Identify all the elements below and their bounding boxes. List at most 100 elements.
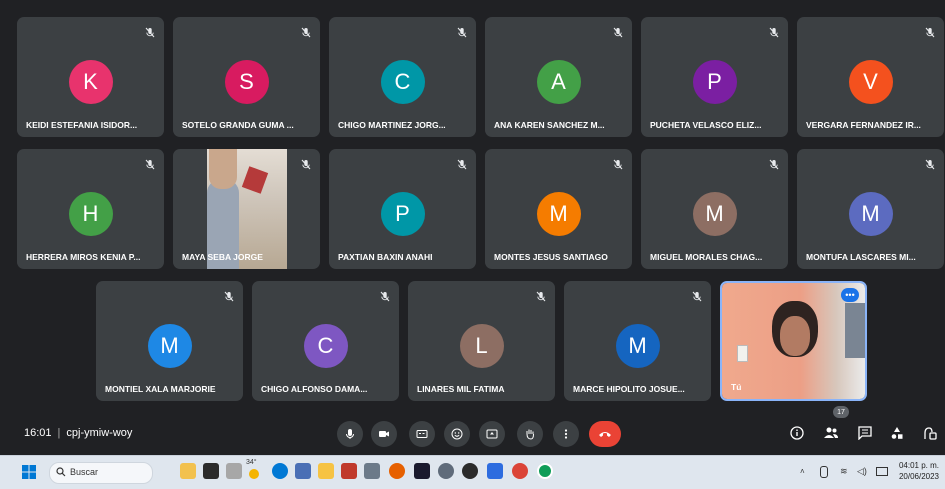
side-overlay-panel	[845, 303, 865, 358]
participant-tile[interactable]: V VERGARA FERNANDEZ IR...	[797, 17, 944, 137]
muted-mic-icon	[145, 27, 155, 38]
settings-icon[interactable]	[438, 463, 454, 479]
chevron-up-icon[interactable]: ˄	[800, 467, 805, 476]
activities-icon	[891, 427, 903, 439]
app-3-icon[interactable]	[487, 463, 503, 479]
participant-tile[interactable]: C CHIGO ALFONSO DAMA...	[252, 281, 399, 401]
muted-mic-icon	[457, 27, 467, 38]
app-icon[interactable]	[341, 463, 357, 479]
participant-tile[interactable]: P PAXTIAN BAXIN ANAHI	[329, 149, 476, 269]
participant-tile[interactable]: A ANA KAREN SANCHEZ M...	[485, 17, 632, 137]
mic-button[interactable]	[337, 421, 363, 447]
mail-icon[interactable]	[364, 463, 380, 479]
clock-date: 20/06/2023	[898, 472, 939, 481]
people-icon	[824, 427, 838, 438]
muted-indicator	[457, 26, 467, 38]
participant-name: MIGUEL MORALES CHAG...	[650, 252, 763, 262]
weather-icon[interactable]	[249, 469, 259, 479]
captions-icon	[416, 430, 428, 438]
present-button[interactable]	[479, 421, 505, 447]
participant-name: Tú	[731, 382, 742, 392]
battery-icon[interactable]	[876, 467, 888, 476]
clock-time: 04:01 p. m.	[898, 461, 939, 470]
emoji-icon	[451, 428, 463, 440]
muted-mic-icon	[380, 291, 390, 302]
system-clock[interactable]: 04:01 p. m. 20/06/2023	[899, 460, 939, 482]
raise-hand-icon	[526, 429, 534, 440]
muted-indicator	[613, 26, 623, 38]
participant-tile[interactable]: M MONTUFA LASCARES MI...	[797, 149, 944, 269]
taskbar-search[interactable]: Buscar	[49, 462, 153, 484]
host-controls-icon	[924, 427, 937, 440]
participant-tile[interactable]: C CHIGO MARTINEZ JORG...	[329, 17, 476, 137]
muted-mic-icon	[145, 159, 155, 170]
participant-avatar: M	[692, 192, 737, 236]
participant-tile[interactable]: L LINARES MIL FATIMA	[408, 281, 555, 401]
participant-name: CHIGO MARTINEZ JORG...	[338, 120, 446, 130]
muted-indicator	[692, 290, 702, 302]
muted-indicator	[145, 26, 155, 38]
mic-tray-icon[interactable]	[820, 466, 828, 478]
edge-icon[interactable]	[272, 463, 288, 479]
desktop-icon[interactable]	[226, 463, 242, 479]
people-button[interactable]	[821, 423, 841, 443]
store-icon[interactable]	[295, 463, 311, 479]
participant-tile[interactable]: M MIGUEL MORALES CHAG...	[641, 149, 788, 269]
muted-indicator	[457, 158, 467, 170]
tile-options-icon[interactable]: •••	[841, 288, 859, 302]
chrome-active-icon[interactable]	[537, 463, 553, 479]
participant-avatar: M	[147, 324, 192, 368]
people-count-badge: 17	[833, 406, 849, 418]
participant-avatar: M	[848, 192, 893, 236]
firefox-icon[interactable]	[389, 463, 405, 479]
participant-name: PAXTIAN BAXIN ANAHI	[338, 252, 433, 262]
raise-hand-button[interactable]	[517, 421, 543, 447]
dropbox-icon[interactable]	[414, 463, 430, 479]
present-icon	[486, 429, 498, 439]
captions-button[interactable]	[409, 421, 435, 447]
muted-mic-icon	[769, 159, 779, 170]
chrome-icon[interactable]	[512, 463, 528, 479]
person-head	[209, 149, 237, 189]
participant-tile[interactable]: M MONTES JESUS SANTIAGO	[485, 149, 632, 269]
more-options-icon	[564, 429, 568, 439]
wifi-icon[interactable]: ≋	[840, 466, 848, 477]
participant-tile[interactable]: ••• Tú	[720, 281, 867, 401]
more-options-button[interactable]	[553, 421, 579, 447]
windows-taskbar: Buscar 34° ˄ ≋ ◁) 04:01 p. m. 20/06/2023	[0, 455, 945, 489]
participant-tile[interactable]: K KEIDI ESTEFANIA ISIDOR...	[17, 17, 164, 137]
participant-tile[interactable]: H HERRERA MIROS KENIA P...	[17, 149, 164, 269]
info-button[interactable]	[787, 423, 807, 443]
participant-tile[interactable]: M MARCE HIPOLITO JOSUE...	[564, 281, 711, 401]
background-object	[241, 166, 269, 194]
participant-tile[interactable]: S SOTELO GRANDA GUMA ...	[173, 17, 320, 137]
participant-avatar: H	[68, 192, 113, 236]
mic-icon	[346, 429, 354, 439]
emoji-button[interactable]	[444, 421, 470, 447]
search-icon	[56, 467, 66, 477]
participant-name: CHIGO ALFONSO DAMA...	[261, 384, 368, 394]
task-view-icon[interactable]	[203, 463, 219, 479]
participant-tile[interactable]: M MONTIEL XALA MARJORIE	[96, 281, 243, 401]
participant-name: SOTELO GRANDA GUMA ...	[182, 120, 294, 130]
file-explorer-icon[interactable]	[318, 463, 334, 479]
camera-button[interactable]	[371, 421, 397, 447]
app-2-icon[interactable]	[462, 463, 478, 479]
participant-avatar: P	[692, 60, 737, 104]
meeting-stage: K KEIDI ESTEFANIA ISIDOR... S SOTELO GRANDA…	[0, 0, 945, 455]
muted-mic-icon	[224, 291, 234, 302]
participant-name: VERGARA FERNANDEZ IR...	[806, 120, 921, 130]
end-call-button[interactable]	[589, 421, 621, 447]
host-controls-button[interactable]	[920, 423, 940, 443]
volume-icon[interactable]: ◁)	[857, 466, 867, 477]
activities-button[interactable]	[887, 423, 907, 443]
participant-tile[interactable]: P PUCHETA VELASCO ELIZ...	[641, 17, 788, 137]
muted-indicator	[925, 158, 935, 170]
info-icon	[790, 426, 804, 440]
windows-start-button[interactable]	[22, 465, 36, 479]
muted-mic-icon	[301, 27, 311, 38]
participant-tile[interactable]: MAYA SEBA JORGE	[173, 149, 320, 269]
widgets-icon[interactable]	[180, 463, 196, 479]
chat-button[interactable]	[855, 423, 875, 443]
participant-avatar: S	[224, 60, 269, 104]
